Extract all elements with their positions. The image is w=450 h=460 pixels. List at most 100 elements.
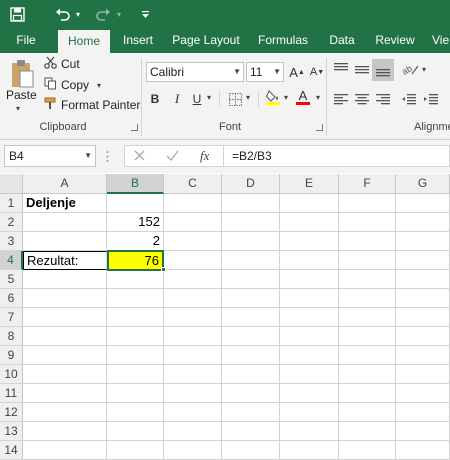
grid-cell[interactable]	[339, 308, 396, 327]
cell-b4-selected[interactable]: 76	[107, 250, 164, 271]
formula-input[interactable]: =B2/B3	[224, 145, 450, 167]
row-header-6[interactable]: 6	[0, 289, 23, 308]
grid-cell[interactable]	[396, 194, 450, 213]
grid-cell[interactable]	[222, 403, 280, 422]
grid-cell[interactable]	[222, 346, 280, 365]
grid-cell[interactable]	[280, 327, 339, 346]
grid-cell[interactable]	[396, 384, 450, 403]
fill-handle[interactable]	[161, 267, 166, 272]
grid-cell[interactable]	[107, 422, 164, 441]
undo-dropdown-icon[interactable]: ▾	[72, 0, 84, 28]
grid-cell[interactable]	[107, 289, 164, 308]
grid-cell[interactable]	[396, 251, 450, 270]
decrease-font-size-button[interactable]: A ▼	[308, 63, 326, 81]
cancel-entry-icon[interactable]	[134, 150, 145, 164]
copy-button[interactable]: Copy ▾	[44, 77, 101, 93]
row-header-11[interactable]: 11	[0, 384, 23, 403]
grid-cell[interactable]	[280, 403, 339, 422]
align-right-icon[interactable]	[376, 94, 390, 108]
grid-cell[interactable]	[396, 346, 450, 365]
grid-cell[interactable]	[107, 441, 164, 460]
grid-cell[interactable]	[222, 365, 280, 384]
cell-a4[interactable]: Rezultat:	[23, 251, 107, 270]
name-box[interactable]: B4 ▼	[4, 145, 96, 167]
column-header-a[interactable]: A	[23, 174, 107, 194]
borders-dropdown-icon[interactable]: ▾	[246, 93, 250, 102]
column-header-c[interactable]: C	[164, 174, 222, 194]
grid-cell[interactable]	[23, 422, 107, 441]
align-left-icon[interactable]	[334, 94, 348, 108]
clipboard-launcher-icon[interactable]	[131, 124, 138, 131]
grid-cell[interactable]	[222, 384, 280, 403]
confirm-entry-icon[interactable]	[166, 150, 179, 164]
grid-cell[interactable]	[280, 422, 339, 441]
align-center-icon[interactable]	[355, 94, 369, 108]
grid-cell[interactable]	[280, 232, 339, 251]
grid-cell[interactable]	[280, 270, 339, 289]
row-header-2[interactable]: 2	[0, 213, 23, 232]
grid-cell[interactable]	[23, 213, 107, 232]
row-header-7[interactable]: 7	[0, 308, 23, 327]
grid-cell[interactable]	[280, 213, 339, 232]
undo-icon[interactable]	[52, 0, 74, 28]
tab-data[interactable]: Data	[326, 28, 358, 53]
grid-cell[interactable]	[107, 365, 164, 384]
row-header-14[interactable]: 14	[0, 441, 23, 460]
decrease-indent-icon[interactable]	[402, 94, 416, 108]
top-align-icon[interactable]	[334, 63, 348, 78]
font-color-icon[interactable]: A	[294, 88, 312, 106]
grid-cell[interactable]	[23, 441, 107, 460]
grid-cell[interactable]	[339, 232, 396, 251]
underline-button[interactable]: U	[188, 90, 206, 108]
tab-formulas[interactable]: Formulas	[256, 28, 310, 53]
grid-cell[interactable]	[23, 232, 107, 251]
bottom-align-button[interactable]	[372, 59, 394, 81]
grid-cell[interactable]	[339, 270, 396, 289]
grid-cell[interactable]	[280, 384, 339, 403]
grid-cell[interactable]	[164, 422, 222, 441]
grid-cell[interactable]	[164, 213, 222, 232]
tab-file[interactable]: File	[8, 28, 44, 53]
font-launcher-icon[interactable]	[316, 124, 323, 131]
row-header-4[interactable]: 4	[0, 251, 23, 270]
grid-cell[interactable]	[23, 365, 107, 384]
column-header-d[interactable]: D	[222, 174, 280, 194]
grid-cell[interactable]	[107, 308, 164, 327]
grid-cell[interactable]	[23, 403, 107, 422]
grid-cell[interactable]	[222, 251, 280, 270]
grid-cell[interactable]	[396, 289, 450, 308]
grid-cell[interactable]	[339, 194, 396, 213]
grid-cell[interactable]	[107, 270, 164, 289]
grid-cell[interactable]	[396, 213, 450, 232]
column-header-b[interactable]: B	[107, 174, 164, 194]
grid-cell[interactable]	[396, 441, 450, 460]
grid-cell[interactable]	[164, 289, 222, 308]
grid-cell[interactable]	[107, 346, 164, 365]
orientation-icon[interactable]: ab	[400, 62, 420, 79]
grid-cell[interactable]	[23, 308, 107, 327]
grid-cell[interactable]	[222, 441, 280, 460]
grid-cell[interactable]	[107, 403, 164, 422]
grid-cell[interactable]	[222, 270, 280, 289]
grid-cell[interactable]	[107, 384, 164, 403]
tab-home[interactable]: Home	[58, 30, 110, 53]
grid-cell[interactable]	[280, 251, 339, 270]
paste-dropdown-icon[interactable]: ▾	[16, 104, 20, 113]
tab-view[interactable]: Vie	[432, 28, 450, 53]
grid-cell[interactable]	[339, 213, 396, 232]
grid-cell[interactable]	[222, 422, 280, 441]
increase-indent-icon[interactable]	[424, 94, 438, 108]
grid-cell[interactable]	[164, 251, 222, 270]
italic-button[interactable]: I	[168, 90, 186, 108]
grid-cell[interactable]	[23, 346, 107, 365]
redo-dropdown-icon[interactable]: ▾	[113, 0, 125, 28]
tab-review[interactable]: Review	[372, 28, 418, 53]
grid-cell[interactable]	[23, 384, 107, 403]
row-header-9[interactable]: 9	[0, 346, 23, 365]
grid-cell[interactable]	[396, 327, 450, 346]
grid-cell[interactable]	[107, 194, 164, 213]
row-header-1[interactable]: 1	[0, 194, 23, 213]
grid-cell[interactable]	[339, 384, 396, 403]
middle-align-icon[interactable]	[355, 63, 369, 78]
grid-cell[interactable]	[339, 327, 396, 346]
